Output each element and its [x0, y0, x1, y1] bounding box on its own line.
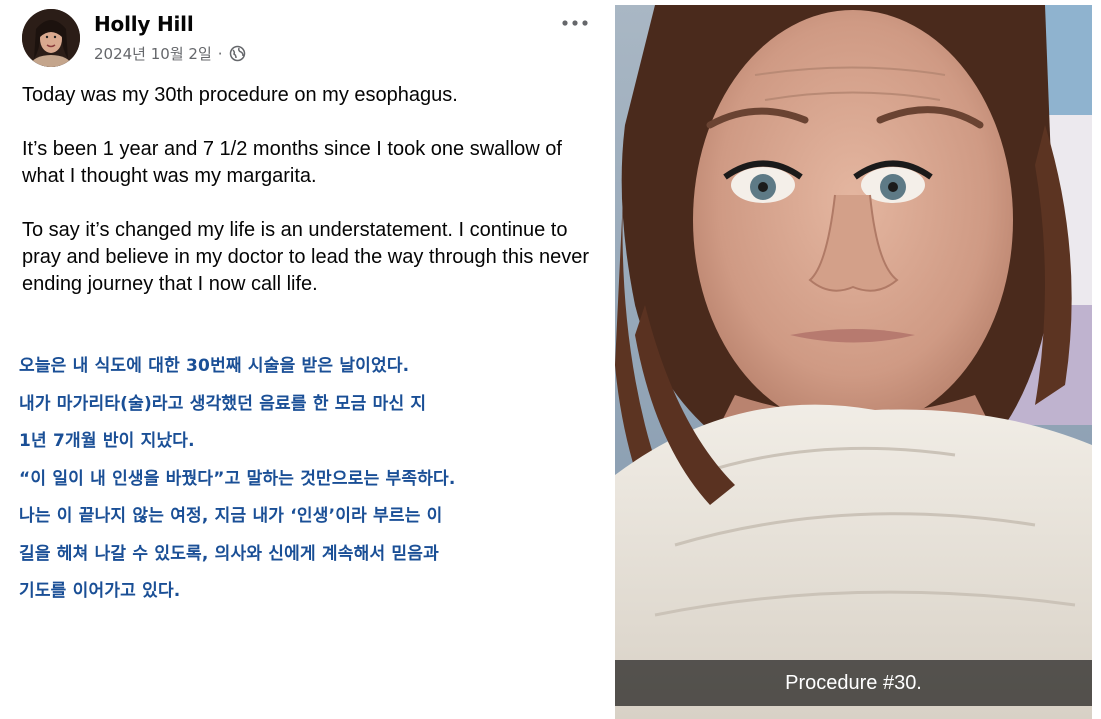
photo-caption: Procedure #30.	[785, 671, 922, 694]
avatar[interactable]	[22, 9, 80, 67]
korean-line: “이 일이 내 인생을 바꿨다”고 말하는 것만으로는 부족하다.	[19, 468, 456, 489]
english-paragraph-3: To say it’s changed my life is an unders…	[22, 219, 589, 295]
korean-line: 오늘은 내 식도에 대한 30번째 시술을 받은 날이었다.	[19, 356, 410, 376]
english-paragraph-1: Today was my 30th procedure on my esopha…	[22, 84, 458, 106]
photo-caption-bar: Procedure #30.	[615, 660, 1092, 706]
korean-line: 기도를 이어가고 있다.	[19, 581, 181, 601]
korean-line: 나는 이 끝나지 않는 여정, 지금 내가 ‘인생’이라 부르는 이	[19, 506, 443, 526]
english-paragraph-2: It’s been 1 year and 7 1/2 months since …	[22, 138, 562, 187]
post-meta: 2024년 10월 2일 ·	[94, 43, 246, 64]
facebook-post: Holly Hill 2024년 10월 2일 · Today was my 3…	[0, 0, 610, 719]
korean-line: 내가 마가리타(술)라고 생각했던 음료를 한 모금 마신 지	[19, 393, 427, 414]
korean-line: 길을 헤쳐 나갈 수 있도록, 의사와 신에게 계속해서 믿음과	[19, 543, 439, 564]
more-options-button[interactable]	[560, 12, 590, 34]
post-body-english: Today was my 30th procedure on my esopha…	[22, 82, 592, 298]
post-date[interactable]: 2024년 10월 2일	[94, 43, 212, 64]
post-photo[interactable]: Procedure #30.	[615, 5, 1092, 719]
author-name[interactable]: Holly Hill	[94, 12, 194, 36]
meta-separator: ·	[217, 44, 223, 63]
more-options-icon	[562, 20, 588, 26]
post-body-korean-translation: 오늘은 내 식도에 대한 30번째 시술을 받은 날이었다. 내가 마가리타(술…	[19, 348, 604, 611]
globe-icon	[229, 45, 246, 62]
korean-line: 1년 7개월 반이 지났다.	[19, 431, 195, 451]
